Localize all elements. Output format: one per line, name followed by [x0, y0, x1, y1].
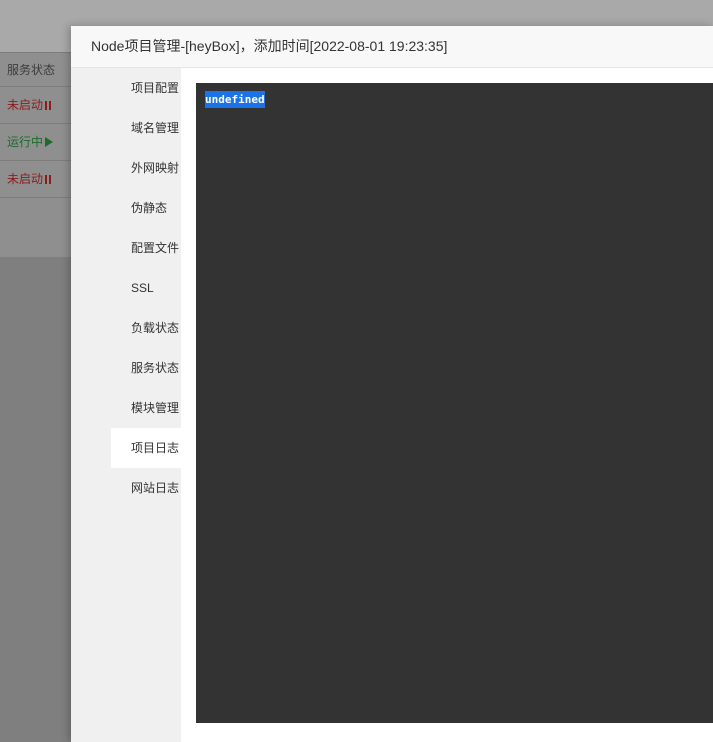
status-label: 运行中: [7, 135, 44, 149]
pause-icon: [45, 101, 48, 110]
status-cell-running[interactable]: 运行中: [0, 124, 71, 161]
status-cell-stopped[interactable]: 未启动: [0, 87, 71, 124]
status-header-label: 服务状态: [7, 63, 56, 77]
pause-icon: [45, 175, 48, 184]
modal-title: Node项目管理-[heyBox]，添加时间[2022-08-01 19:23:…: [71, 26, 713, 68]
log-text: undefined: [205, 91, 265, 108]
project-manager-modal: Node项目管理-[heyBox]，添加时间[2022-08-01 19:23:…: [71, 26, 713, 742]
status-cell-stopped[interactable]: 未启动: [0, 161, 71, 198]
play-icon: [45, 137, 54, 147]
status-label: 未启动: [7, 172, 44, 186]
content-panel: undefined: [181, 68, 713, 742]
background-status-column: 服务状态 未启动 运行中 未启动: [0, 52, 71, 198]
project-log-output[interactable]: undefined: [196, 83, 713, 723]
modal-body: 项目配置 域名管理 外网映射 伪静态 配置文件 SSL 负载状态 服务状态 模块…: [71, 68, 713, 742]
status-column-header: 服务状态: [0, 52, 71, 87]
status-label: 未启动: [7, 98, 44, 112]
